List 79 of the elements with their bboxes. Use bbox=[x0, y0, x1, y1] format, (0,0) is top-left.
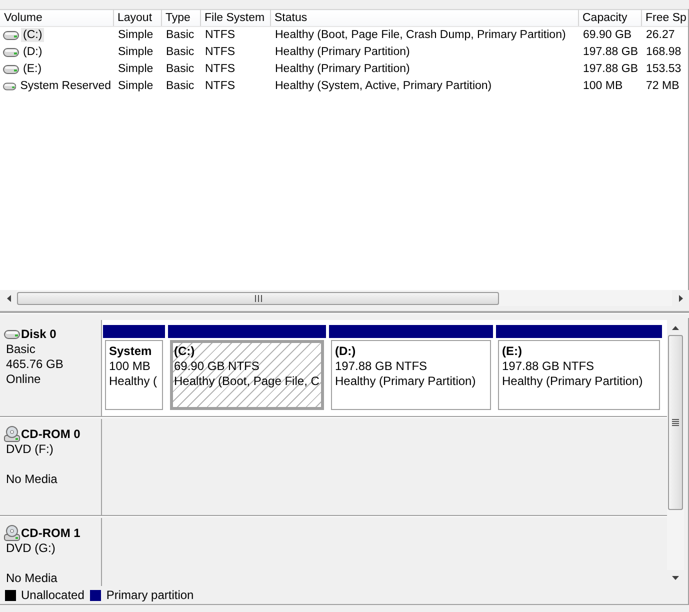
partition-box[interactable]: System 100 MB Healthy ( bbox=[105, 340, 163, 410]
disk-detail: DVD (G:) bbox=[6, 541, 56, 556]
partition-name: System bbox=[109, 344, 153, 359]
drive-entry-label[interactable]: (D:) bbox=[21, 45, 44, 59]
table-cell-text: Simple bbox=[117, 45, 154, 60]
partition-size: 100 MB bbox=[109, 359, 152, 374]
table-cell-text: 197.88 GB bbox=[582, 45, 639, 60]
drive-icon bbox=[3, 48, 19, 56]
arrow-right-icon bbox=[678, 294, 682, 302]
table-cell-text: Simple bbox=[117, 79, 154, 94]
table-cell-text: Basic bbox=[165, 79, 196, 94]
disk-detail: 465.76 GB bbox=[6, 357, 64, 372]
disk-name: Disk 0 bbox=[21, 327, 56, 342]
disk-detail: Online bbox=[6, 372, 42, 387]
drive-entry-label[interactable]: (C:) bbox=[21, 28, 44, 42]
column-header[interactable]: Layout bbox=[113, 10, 161, 26]
table-cell: Simple bbox=[113, 26, 161, 44]
table-cell-text: Healthy (Primary Partition) bbox=[274, 62, 411, 77]
drive-icon bbox=[3, 30, 19, 40]
column-header[interactable]: Type bbox=[161, 10, 200, 26]
scrollbar-thumb[interactable] bbox=[668, 335, 683, 510]
table-cell-text: 72 MB bbox=[645, 79, 680, 94]
table-cell: NTFS bbox=[200, 26, 270, 44]
disk-detail: No Media bbox=[6, 571, 58, 586]
table-cell-text: 197.88 GB bbox=[582, 62, 639, 77]
partition-color-bar bbox=[103, 325, 165, 338]
partition-status: Healthy (Primary Partition) bbox=[335, 374, 477, 389]
disk-name: CD-ROM 0 bbox=[21, 426, 80, 442]
partition-box[interactable]: (D:) 197.88 GB NTFS Healthy (Primary Partition) bbox=[331, 340, 491, 410]
grip-icon bbox=[254, 294, 262, 302]
drive-entry-label[interactable]: (E:) bbox=[21, 62, 44, 76]
table-cell-text: Healthy (Primary Partition) bbox=[274, 45, 411, 60]
disk-detail: DVD (F:) bbox=[6, 442, 54, 457]
partition-size: 197.88 GB NTFS bbox=[502, 359, 596, 374]
disk-detail: No Media bbox=[6, 472, 58, 487]
partition-size: 197.88 GB NTFS bbox=[335, 359, 428, 374]
arrow-left-icon bbox=[6, 294, 10, 302]
column-header[interactable]: File System bbox=[200, 10, 270, 26]
column-header[interactable]: Status bbox=[270, 10, 578, 26]
drive-icon bbox=[3, 64, 19, 74]
partition-name: (C:) bbox=[174, 344, 196, 359]
scrollbar-thumb[interactable] bbox=[17, 292, 499, 304]
partition-name: (E:) bbox=[502, 344, 523, 359]
column-header[interactable]: Free Sp bbox=[641, 10, 688, 26]
table-cell: Basic bbox=[161, 26, 200, 44]
table-cell-text: NTFS bbox=[204, 79, 236, 94]
table-cell-text: 168.98 bbox=[645, 45, 682, 60]
disk-detail: Basic bbox=[6, 342, 36, 357]
partition-status: Healthy (Boot, Page File, C bbox=[174, 374, 320, 389]
grip-icon bbox=[672, 419, 679, 426]
table-cell: Healthy (Boot, Page File, Crash Dump, Primary Partition) bbox=[270, 26, 578, 44]
legend-label: Primary partition bbox=[106, 588, 194, 602]
partition-box[interactable]: (C:) 69.90 GB NTFS Healthy (Boot, Page File, C bbox=[170, 340, 324, 410]
table-cell-text: Basic bbox=[165, 62, 196, 77]
table-cell: 26.27 bbox=[641, 26, 688, 44]
hard-drive-icon bbox=[4, 330, 20, 339]
optical-drive-icon bbox=[4, 426, 20, 442]
partition-name: (D:) bbox=[335, 344, 357, 359]
optical-drive-icon bbox=[4, 525, 20, 541]
arrow-down-icon bbox=[672, 576, 679, 580]
partition-size: 69.90 GB NTFS bbox=[174, 359, 260, 374]
drive-entry-label[interactable]: System Reserved bbox=[18, 79, 113, 93]
table-cell-text: 100 MB bbox=[582, 79, 624, 94]
partition-box[interactable]: (E:) 197.88 GB NTFS Healthy (Primary Partition) bbox=[498, 340, 660, 410]
table-cell-text: NTFS bbox=[204, 45, 236, 60]
table-cell-text: 153.53 bbox=[645, 62, 682, 77]
table-cell-text: NTFS bbox=[204, 62, 236, 77]
table-cell-text: Healthy (System, Active, Primary Partition) bbox=[274, 79, 493, 94]
column-header[interactable]: Capacity bbox=[578, 10, 641, 26]
table-cell-text: Basic bbox=[165, 45, 196, 60]
drive-icon bbox=[3, 82, 16, 90]
table-cell-text: Simple bbox=[117, 62, 154, 77]
table-cell: 69.90 GB bbox=[578, 26, 641, 44]
partition-status: Healthy ( bbox=[109, 374, 158, 389]
arrow-up-icon bbox=[672, 326, 679, 330]
disk-name: CD-ROM 1 bbox=[21, 526, 80, 540]
legend-label: Unallocated bbox=[21, 588, 84, 602]
partition-status: Healthy (Primary Partition) bbox=[502, 374, 644, 389]
column-header[interactable]: Volume bbox=[0, 10, 113, 26]
